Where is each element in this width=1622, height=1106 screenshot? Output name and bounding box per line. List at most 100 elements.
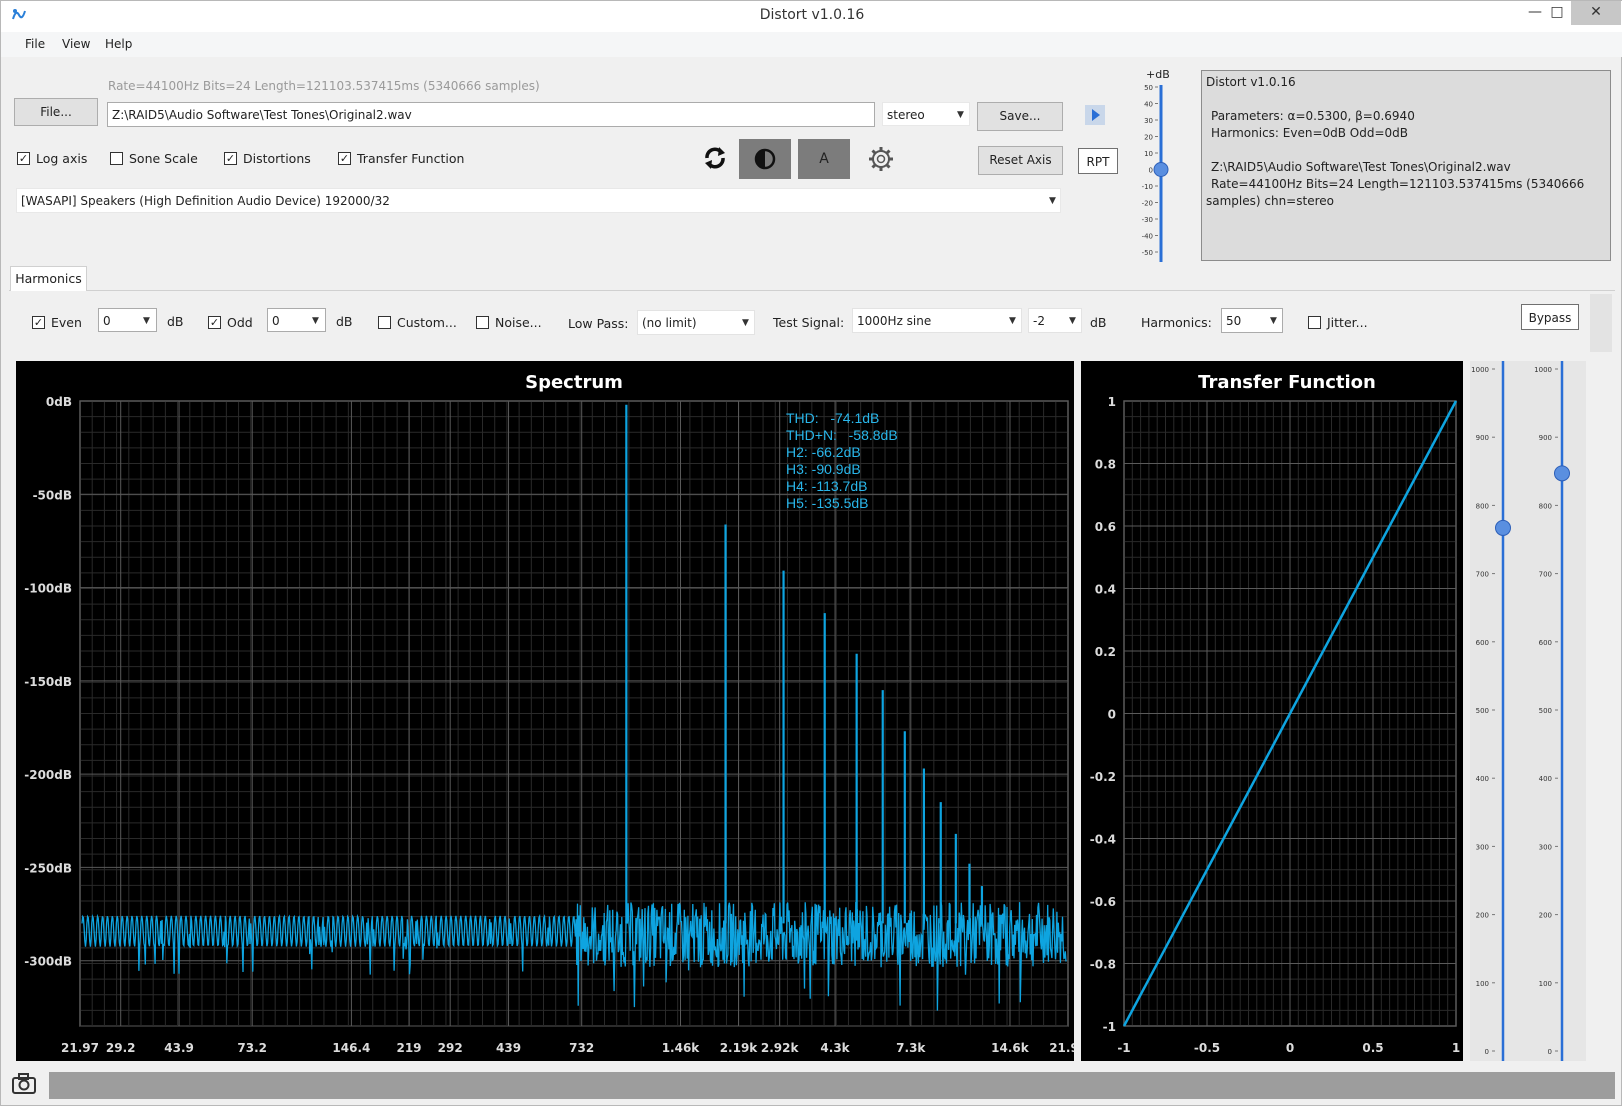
gain-tick-label: 0 [1149,167,1153,175]
sone-scale-checkbox[interactable] [110,152,123,165]
signal-level-select[interactable]: -2 ▼ [1028,308,1082,333]
tab-harmonics[interactable]: Harmonics [10,266,87,291]
gain-slider-thumb [1153,162,1169,177]
refresh-icon[interactable] [701,144,729,172]
beta-tick-label: 400 [1539,775,1552,783]
a-weighting-button[interactable]: A [798,139,850,179]
y-tick-label: 0dB [46,395,72,409]
transfer-function-label: Transfer Function [357,151,465,166]
low-pass-value: (no limit) [642,316,697,330]
menu-view[interactable]: View [62,37,90,51]
h4-readout: H4: -113.7dB [786,478,868,494]
test-signal-label: Test Signal: [773,315,845,330]
channel-select[interactable]: stereo ▼ [882,102,970,126]
noise-checkbox[interactable] [476,316,489,329]
distortions-checkbox[interactable]: ✓ [224,152,237,165]
bypass-button[interactable]: Bypass [1521,304,1579,330]
alpha-tick-label: 400 [1476,775,1489,783]
device-select[interactable]: [WASAPI] Speakers (High Definition Audio… [16,188,1061,213]
spectrum-chart[interactable]: 0dB -50dB -100dB -150dB -200dB -250dB -300dB 21… [16,361,1074,1061]
window-title: Distort v1.0.16 [759,7,865,23]
y-tick-label: -200dB [24,768,72,782]
even-checkbox[interactable]: ✓ [32,316,45,329]
sone-scale-label: Sone Scale [129,151,198,166]
play-button[interactable] [1085,105,1105,125]
beta-tick-label: 900 [1539,434,1552,442]
jitter-checkbox[interactable] [1308,316,1321,329]
info-line: samples) chn=stereo [1206,194,1334,208]
contrast-button[interactable] [739,139,791,179]
beta-tick-label: 1000 [1534,366,1552,374]
y-tick-label: 0.8 [1095,458,1116,472]
odd-db-unit: dB [336,314,353,329]
shape-sliders[interactable]: 1000900800700600500400300200100010009008… [1470,361,1586,1061]
test-signal-select[interactable]: 1000Hz sine ▼ [852,308,1022,333]
gain-tick-label: 50 [1144,84,1153,92]
transfer-chart[interactable]: 1 0.8 0.6 0.4 0.2 0 -0.2 -0.4 -0.6 -0.8 -1-1 -0.5 0 0… [1081,361,1463,1061]
odd-checkbox[interactable]: ✓ [208,316,221,329]
even-level-select[interactable]: 0 ▼ [98,308,157,332]
odd-label: Odd [227,315,253,330]
tab-divider [9,290,1615,291]
even-db-unit: dB [167,314,184,329]
chevron-down-icon: ▼ [312,316,319,326]
info-panel: Distort v1.0.16 Parameters: α=0.5300, β=… [1201,70,1611,261]
x-tick-label: -1 [1117,1041,1130,1055]
menu-help[interactable]: Help [105,37,132,51]
odd-level-select[interactable]: 0 ▼ [267,308,326,332]
even-level-value: 0 [103,314,111,328]
beta-tick-label: 500 [1539,707,1552,715]
custom-checkbox[interactable] [378,316,391,329]
beta-tick-label: 800 [1539,502,1552,510]
signal-db-unit: dB [1090,315,1107,330]
alpha-tick-label: 0 [1485,1048,1489,1056]
gain-slider-track[interactable]: 50 40 30 20 10 0 -10 -20 -30 -40 -50 [1134,82,1174,262]
alpha-tick-label: 100 [1476,980,1489,988]
test-signal-value: 1000Hz sine [857,314,932,328]
gear-icon[interactable] [867,145,895,173]
file-path-input[interactable]: Z:\RAID5\Audio Software\Test Tones\Origi… [107,102,875,127]
file-button[interactable]: File... [14,98,98,126]
x-tick-label: 292 [438,1041,463,1055]
chevron-down-icon: ▼ [1270,316,1277,326]
chevron-down-icon: ▼ [1069,316,1076,326]
camera-icon[interactable] [10,1070,38,1098]
info-line: Harmonics: Even=0dB Odd=0dB [1211,126,1409,140]
thdn-value: -58.8dB [848,427,898,443]
h5-readout: H5: -135.5dB [786,495,869,511]
gain-tick-label: 40 [1144,101,1153,109]
x-tick-label: 21.97 [61,1041,99,1055]
alpha-tick-label: 500 [1476,707,1489,715]
y-tick-label: -0.6 [1090,895,1116,909]
gain-slider[interactable]: +dB 50 40 30 20 10 0 -10 -20 -30 -40 -50 [1134,68,1174,264]
gain-tick-label: -10 [1142,183,1153,191]
contrast-icon [754,148,776,170]
channel-value: stereo [887,108,925,122]
reset-axis-button[interactable]: Reset Axis [978,146,1063,175]
log-axis-label: Log axis [36,151,88,166]
y-tick-label: 0 [1108,708,1116,722]
transfer-function-checkbox[interactable]: ✓ [338,152,351,165]
panel-scrollbar[interactable] [1590,294,1612,352]
x-tick-label: 0.5 [1362,1041,1383,1055]
beta-tick-label: 700 [1539,571,1552,579]
chevron-down-icon: ▼ [957,110,964,120]
rpt-button[interactable]: RPT [1078,148,1118,174]
alpha-tick-label: 1000 [1471,366,1489,374]
menu-file[interactable]: File [25,37,45,51]
thd-readout: THD: -74.1dB THD+N: -58.8dB H2: -66.2dB … [786,410,898,512]
beta-tick-label: 100 [1539,980,1552,988]
x-tick-label: 14.6k [991,1041,1030,1055]
close-button[interactable]: ✕ [1571,1,1621,25]
y-tick-label: -0.4 [1090,833,1116,847]
chevron-down-icon: ▼ [143,316,150,326]
log-axis-checkbox[interactable]: ✓ [17,152,30,165]
save-button[interactable]: Save... [977,102,1063,131]
low-pass-select[interactable]: (no limit) ▼ [637,310,755,335]
x-tick-label: 219 [396,1041,421,1055]
noise-label: Noise... [495,315,542,330]
alpha-tick-label: 900 [1476,434,1489,442]
harmonics-count-select[interactable]: 50 ▼ [1221,308,1283,333]
y-tick-label: -50dB [33,488,72,502]
play-icon [1092,109,1100,121]
